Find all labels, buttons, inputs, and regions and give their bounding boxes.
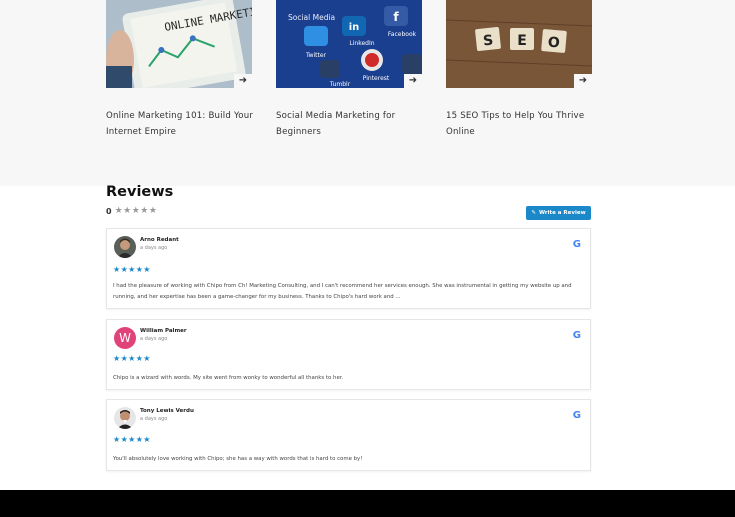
review-time: a days ago bbox=[140, 245, 168, 251]
average-rating: 0 ★★★★★ bbox=[106, 206, 157, 216]
google-icon[interactable]: G bbox=[573, 239, 581, 250]
page-footer bbox=[0, 490, 735, 517]
empty-stars-icon: ★★★★★ bbox=[114, 206, 158, 216]
post-thumbnail[interactable]: Social Media Twitter in LinkedIn f Faceb… bbox=[276, 0, 422, 88]
review-stars: ★★★★★ bbox=[113, 354, 151, 363]
svg-text:Facebook: Facebook bbox=[388, 31, 417, 38]
avatar[interactable] bbox=[114, 407, 136, 429]
write-review-label: Write a Review bbox=[538, 210, 586, 216]
arrow-right-icon[interactable]: ➜ bbox=[404, 74, 422, 88]
google-icon[interactable]: G bbox=[573, 410, 581, 421]
svg-text:Tumblr: Tumblr bbox=[329, 81, 351, 88]
avatar[interactable]: W bbox=[114, 327, 136, 349]
reviewer-name[interactable]: William Palmer bbox=[140, 328, 187, 334]
pencil-icon: ✎ bbox=[531, 210, 536, 216]
arrow-right-icon[interactable]: ➜ bbox=[574, 74, 592, 88]
review-text: You'll absolutely love working with Chip… bbox=[113, 456, 363, 462]
reviewer-photo bbox=[114, 236, 136, 258]
post-title[interactable]: Social Media Marketing for Beginners bbox=[276, 108, 426, 140]
svg-text:S: S bbox=[482, 33, 494, 50]
blog-card-seo-tips[interactable]: S E O ➜ 15 SEO Tips to Help You Thrive O… bbox=[446, 0, 592, 137]
svg-text:LinkedIn: LinkedIn bbox=[349, 40, 374, 47]
reviewer-name[interactable]: Arno Redant bbox=[140, 237, 179, 243]
svg-text:Social Media: Social Media bbox=[288, 13, 335, 22]
svg-text:in: in bbox=[349, 22, 360, 33]
blog-card-social-media[interactable]: Social Media Twitter in LinkedIn f Faceb… bbox=[276, 0, 422, 137]
post-thumbnail[interactable]: S E O ➜ bbox=[446, 0, 592, 88]
blog-card-online-marketing[interactable]: ONLINE MARKETING ➜ Online Marketing 101:… bbox=[106, 0, 253, 137]
review-card: W William Palmer a days ago G ★★★★★ Chip… bbox=[106, 319, 591, 390]
reviewer-photo bbox=[114, 407, 136, 429]
review-card: Tony Lewis Verdu a days ago G ★★★★★ You'… bbox=[106, 399, 591, 471]
reviewer-name[interactable]: Tony Lewis Verdu bbox=[140, 408, 194, 414]
svg-text:E: E bbox=[517, 33, 527, 49]
arrow-right-icon[interactable]: ➜ bbox=[234, 74, 252, 88]
avatar[interactable] bbox=[114, 236, 136, 258]
post-title[interactable]: 15 SEO Tips to Help You Thrive Online bbox=[446, 108, 596, 140]
svg-text:O: O bbox=[547, 35, 560, 52]
svg-text:f: f bbox=[393, 10, 399, 24]
seo-tiles-image: S E O bbox=[446, 0, 592, 88]
online-marketing-image: ONLINE MARKETING bbox=[106, 0, 252, 88]
review-card: Arno Redant a days ago G ★★★★★ I had the… bbox=[106, 228, 591, 309]
social-media-image: Social Media Twitter in LinkedIn f Faceb… bbox=[276, 0, 422, 88]
svg-text:Pinterest: Pinterest bbox=[363, 75, 390, 82]
review-time: a days ago bbox=[140, 336, 168, 342]
svg-text:Twitter: Twitter bbox=[305, 52, 327, 59]
review-text: I had the pleasure of working with Chipo… bbox=[113, 283, 572, 300]
reviews-heading: Reviews bbox=[106, 184, 174, 200]
google-icon[interactable]: G bbox=[573, 330, 581, 341]
review-stars: ★★★★★ bbox=[113, 265, 151, 274]
post-title[interactable]: Online Marketing 101: Build Your Interne… bbox=[106, 108, 256, 140]
review-time: a days ago bbox=[140, 416, 168, 422]
write-review-button[interactable]: ✎ Write a Review bbox=[526, 206, 591, 220]
post-thumbnail[interactable]: ONLINE MARKETING ➜ bbox=[106, 0, 252, 88]
average-rating-value: 0 bbox=[106, 206, 112, 216]
review-stars: ★★★★★ bbox=[113, 435, 151, 444]
review-text: Chipo is a wizard with words. My site we… bbox=[113, 375, 344, 381]
